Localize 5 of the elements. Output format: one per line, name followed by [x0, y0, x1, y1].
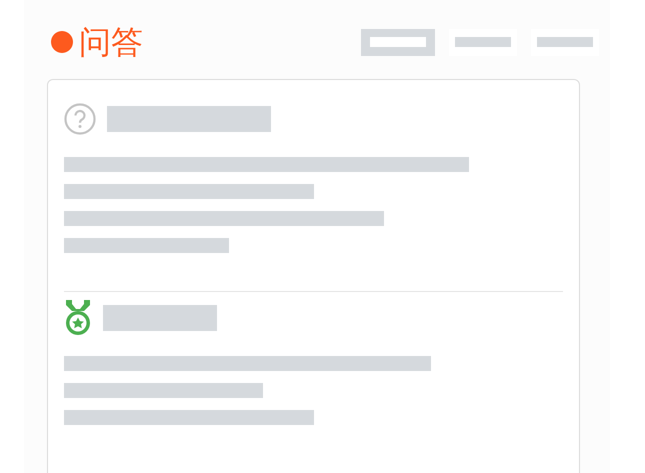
status-dot: [51, 31, 73, 53]
tab[interactable]: [361, 28, 435, 56]
question-icon: [64, 103, 96, 135]
section-title: 问答: [79, 22, 143, 62]
medal-icon: [64, 300, 92, 336]
